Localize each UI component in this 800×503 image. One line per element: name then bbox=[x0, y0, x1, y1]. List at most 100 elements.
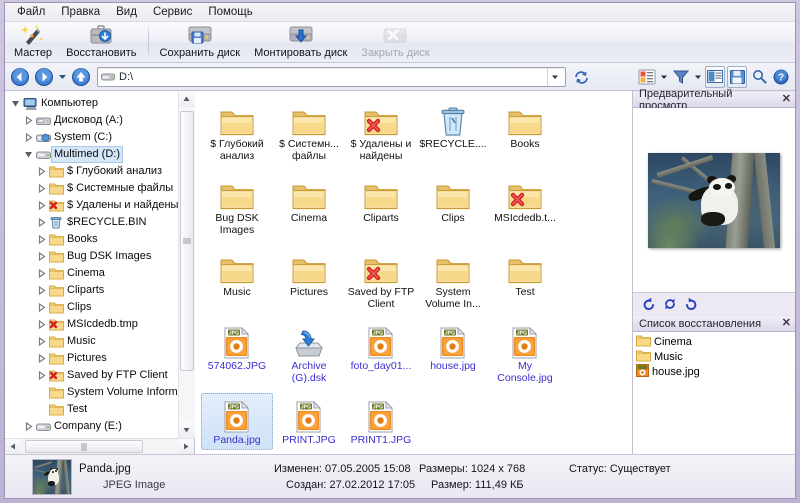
menu-item-service[interactable]: Сервис bbox=[145, 4, 200, 20]
tree-scroll-track[interactable] bbox=[178, 107, 195, 422]
tree-node[interactable]: $ Системные файлы bbox=[9, 180, 178, 197]
address-input[interactable]: D:\ bbox=[97, 66, 566, 87]
tree-node-expander[interactable] bbox=[35, 334, 47, 349]
folder-tree[interactable]: Компьютер Дисковод (A:) System (C:) Multime… bbox=[5, 91, 178, 438]
tree-node-expander[interactable] bbox=[22, 147, 34, 162]
file-item[interactable]: Archive (G).dsk bbox=[273, 319, 345, 387]
filter-button[interactable] bbox=[671, 66, 691, 88]
folder-item[interactable]: Test bbox=[489, 245, 561, 313]
tree-node[interactable]: $ Глубокий анализ bbox=[9, 163, 178, 180]
file-item[interactable]: JPG Panda.jpg bbox=[201, 393, 273, 450]
tree-node-expander[interactable] bbox=[35, 385, 47, 400]
rotate-180-icon[interactable] bbox=[662, 297, 677, 312]
back-button[interactable] bbox=[9, 66, 31, 88]
folder-item[interactable]: $ Удалены и найдены bbox=[345, 97, 417, 165]
recovery-list-close-icon[interactable]: ✕ bbox=[782, 318, 791, 329]
tree-node-expander[interactable] bbox=[35, 300, 47, 315]
tree-node-expander[interactable] bbox=[35, 283, 47, 298]
up-button[interactable] bbox=[70, 66, 92, 88]
tree-node[interactable]: Bug DSK Images bbox=[9, 248, 178, 265]
search-button[interactable] bbox=[749, 66, 769, 88]
folder-item[interactable]: Cliparts bbox=[345, 171, 417, 239]
tree-node[interactable]: $ Удалены и найдены bbox=[9, 197, 178, 214]
folder-item[interactable]: Pictures bbox=[273, 245, 345, 313]
file-item[interactable]: JPG 574062.JPG bbox=[201, 319, 273, 387]
restore-button[interactable]: Восстановить bbox=[59, 22, 143, 62]
help-button[interactable]: ? bbox=[771, 66, 791, 88]
menu-item-file[interactable]: Файл bbox=[9, 4, 53, 20]
tree-node-expander[interactable] bbox=[35, 351, 47, 366]
preview-panel-close-icon[interactable]: ✕ bbox=[782, 94, 791, 105]
tree-node[interactable]: Books bbox=[9, 231, 178, 248]
folder-item[interactable]: System Volume In... bbox=[417, 245, 489, 313]
tree-node-expander[interactable] bbox=[22, 113, 34, 128]
history-dropdown-button[interactable] bbox=[57, 66, 68, 88]
rotate-right-icon[interactable] bbox=[683, 297, 698, 312]
menu-item-view[interactable]: Вид bbox=[108, 4, 145, 20]
recovery-list[interactable]: Cinema Music house.jpg bbox=[633, 332, 795, 454]
rotate-left-icon[interactable] bbox=[641, 297, 656, 312]
tree-node[interactable]: MSIcdedb.tmp bbox=[9, 316, 178, 333]
tree-node[interactable]: Clips bbox=[9, 299, 178, 316]
folder-item[interactable]: Music bbox=[201, 245, 273, 313]
folder-item[interactable]: MSIcdedb.t... bbox=[489, 171, 561, 239]
tree-hscroll-track[interactable] bbox=[21, 439, 178, 454]
tree-scroll-up-arrow[interactable] bbox=[178, 91, 195, 107]
recovery-list-item[interactable]: house.jpg bbox=[636, 363, 795, 379]
folder-item[interactable]: Cinema bbox=[273, 171, 345, 239]
tree-node[interactable]: $RECYCLE.BIN bbox=[9, 214, 178, 231]
close-disk-button[interactable]: Закрыть диск bbox=[354, 22, 436, 62]
tree-node-expander[interactable] bbox=[35, 232, 47, 247]
file-item[interactable]: JPG PRINT.JPG bbox=[273, 393, 345, 450]
folder-item[interactable]: Clips bbox=[417, 171, 489, 239]
file-item[interactable]: JPG foto_day01... bbox=[345, 319, 417, 387]
tree-node-expander[interactable] bbox=[35, 164, 47, 179]
file-item[interactable]: JPG PRINT1.JPG bbox=[345, 393, 417, 450]
view-mode-button[interactable] bbox=[637, 66, 657, 88]
folder-item[interactable]: $ Системн... файлы bbox=[273, 97, 345, 165]
tree-node-expander[interactable] bbox=[35, 368, 47, 383]
folder-item[interactable]: $RECYCLE.... bbox=[417, 97, 489, 165]
tree-node[interactable]: Saved by FTP Client bbox=[9, 367, 178, 384]
tree-node[interactable]: Company (E:) bbox=[9, 418, 178, 435]
folder-item[interactable]: Books bbox=[489, 97, 561, 165]
tree-node[interactable]: Music bbox=[9, 333, 178, 350]
tree-node[interactable]: System (C:) bbox=[9, 129, 178, 146]
tree-node[interactable]: Компьютер bbox=[9, 95, 178, 112]
tree-hscroll-thumb[interactable] bbox=[25, 440, 143, 453]
tree-node[interactable]: Multimed (D:) bbox=[9, 146, 178, 163]
tree-node[interactable]: System Volume Informat bbox=[9, 384, 178, 401]
tree-node[interactable]: Test bbox=[9, 401, 178, 418]
tree-node-expander[interactable] bbox=[9, 96, 21, 111]
toggle-preview-pane-button[interactable] bbox=[705, 65, 725, 88]
view-mode-dropdown[interactable] bbox=[659, 66, 669, 88]
file-item[interactable]: JPG house.jpg bbox=[417, 319, 489, 387]
folder-item[interactable]: Bug DSK Images bbox=[201, 171, 273, 239]
tree-node-expander[interactable] bbox=[35, 402, 47, 417]
tree-horizontal-scrollbar[interactable] bbox=[5, 438, 194, 454]
folder-item[interactable]: $ Глубокий анализ bbox=[201, 97, 273, 165]
recovery-list-item[interactable]: Cinema bbox=[636, 334, 795, 349]
tree-node-expander[interactable] bbox=[35, 266, 47, 281]
tree-hscroll-left-arrow[interactable] bbox=[5, 439, 21, 454]
save-button[interactable] bbox=[727, 65, 747, 88]
tree-node-expander[interactable] bbox=[22, 130, 34, 145]
wizard-button[interactable]: Мастер bbox=[7, 22, 59, 62]
recovery-list-item[interactable]: Music bbox=[636, 349, 795, 364]
tree-node-expander[interactable] bbox=[35, 249, 47, 264]
tree-scroll-down-arrow[interactable] bbox=[178, 422, 195, 438]
filter-dropdown[interactable] bbox=[693, 66, 703, 88]
tree-node[interactable]: Дисковод (A:) bbox=[9, 112, 178, 129]
save-disk-button[interactable]: Сохранить диск bbox=[153, 22, 248, 62]
tree-node-expander[interactable] bbox=[35, 181, 47, 196]
forward-button[interactable] bbox=[33, 66, 55, 88]
tree-node[interactable]: Cinema bbox=[9, 265, 178, 282]
tree-scroll-thumb[interactable] bbox=[179, 111, 194, 371]
tree-node-expander[interactable] bbox=[35, 317, 47, 332]
tree-node-expander[interactable] bbox=[22, 419, 34, 434]
file-item[interactable]: JPG My Console.jpg bbox=[489, 319, 561, 387]
file-list-pane[interactable]: $ Глубокий анализ $ Системн... файлы $ Уда… bbox=[195, 91, 633, 454]
folder-item[interactable]: Saved by FTP Client bbox=[345, 245, 417, 313]
mount-disk-button[interactable]: Монтировать диск bbox=[247, 22, 354, 62]
tree-vertical-scrollbar[interactable] bbox=[178, 91, 195, 438]
